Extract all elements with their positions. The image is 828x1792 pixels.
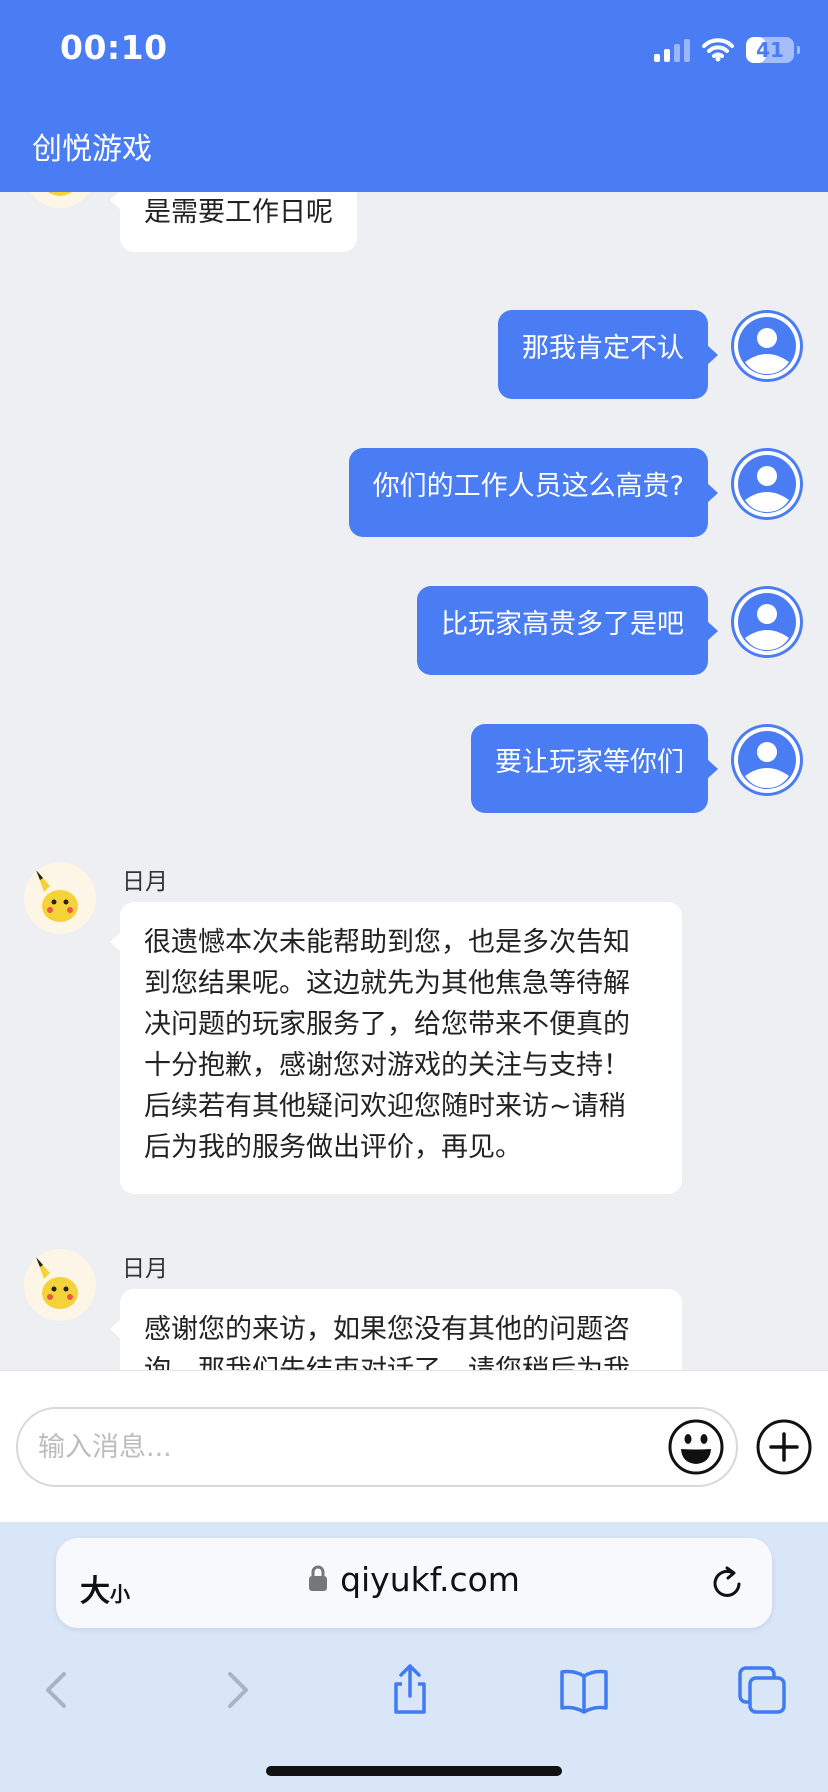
message-line: 后续若有其他疑问欢迎您随时来访~请稍 — [144, 1091, 626, 1122]
forward-icon[interactable] — [208, 1662, 264, 1718]
message-line: 决问题的玩家服务了，给您带来不便真的 — [144, 1009, 630, 1040]
url-text: qiyukf.com — [340, 1560, 520, 1599]
agent-message-bubble: 是需要工作日呢 — [110, 192, 357, 252]
agent-message-bubble: 很遗憾本次未能帮助到您，也是多次告知 到您结果呢。这边就先为其他焦急等待解 决问… — [110, 902, 682, 1194]
plus-icon[interactable] — [756, 1419, 812, 1475]
wifi-icon — [702, 38, 734, 62]
message-line: 后为我的服务做出评价，再见。 — [144, 1132, 522, 1163]
message-line: 询，那我们先结束对话了，请您稍后为我 — [144, 1350, 658, 1370]
agent-avatar-icon — [24, 1249, 96, 1321]
message-text: 比玩家高贵多了是吧 — [441, 609, 684, 640]
status-icons: 41 — [654, 32, 800, 68]
agent-avatar-icon — [24, 192, 96, 208]
tabs-icon[interactable] — [734, 1662, 790, 1718]
user-avatar-icon — [731, 448, 803, 520]
user-message-bubble: 比玩家高贵多了是吧 — [417, 586, 718, 675]
message-input[interactable] — [16, 1407, 738, 1487]
user-avatar-icon — [731, 586, 803, 658]
message-line: 感谢您的来访，如果您没有其他的问题咨 — [144, 1314, 630, 1345]
status-time: 00:10 — [60, 28, 168, 67]
battery-icon: 41 — [746, 37, 800, 63]
lock-icon — [309, 1565, 328, 1591]
agent-name: 日月 — [122, 1256, 168, 1282]
browser-toolbar: 大小 qiyukf.com — [0, 1522, 828, 1792]
share-icon[interactable] — [382, 1662, 438, 1718]
address-bar[interactable]: 大小 qiyukf.com — [56, 1538, 772, 1628]
user-message-bubble: 那我肯定不认 — [498, 310, 718, 399]
emoji-icon[interactable] — [668, 1419, 724, 1475]
message-text: 你们的工作人员这么高贵? — [372, 471, 684, 502]
agent-name: 日月 — [122, 869, 168, 895]
message-text: 那我肯定不认 — [522, 333, 684, 364]
message-line: 到您结果呢。这边就先为其他焦急等待解 — [144, 968, 630, 999]
user-avatar-icon — [731, 310, 803, 382]
message-text: 是需要工作日呢 — [144, 197, 333, 228]
signal-icon — [654, 38, 690, 62]
user-message-bubble: 你们的工作人员这么高贵? — [348, 448, 719, 537]
url-display[interactable]: qiyukf.com — [56, 1560, 772, 1599]
browser-nav — [0, 1656, 828, 1726]
chat-area[interactable]: 是需要工作日呢 那我肯定不认 你们的工作人员这么高贵? 比玩家高贵多了是吧 要让… — [0, 192, 828, 1370]
agent-avatar-icon — [24, 862, 96, 934]
bookmarks-icon[interactable] — [556, 1662, 612, 1718]
page-title: 创悦游戏 — [32, 132, 152, 167]
back-icon[interactable] — [30, 1662, 86, 1718]
battery-level: 41 — [756, 38, 784, 62]
message-line: 十分抱歉，感谢您对游戏的关注与支持！ — [144, 1050, 630, 1081]
user-avatar-icon — [731, 724, 803, 796]
reload-icon[interactable] — [708, 1564, 746, 1602]
agent-message-bubble: 感谢您的来访，如果您没有其他的问题咨 询，那我们先结束对话了，请您稍后为我 — [110, 1289, 682, 1370]
message-text: 要让玩家等你们 — [495, 747, 684, 778]
message-input-bar — [0, 1370, 828, 1523]
message-line: 很遗憾本次未能帮助到您，也是多次告知 — [144, 927, 630, 958]
user-message-bubble: 要让玩家等你们 — [471, 724, 718, 813]
app-header: 00:10 41 创悦游戏 — [0, 0, 828, 192]
home-indicator[interactable] — [266, 1766, 562, 1776]
